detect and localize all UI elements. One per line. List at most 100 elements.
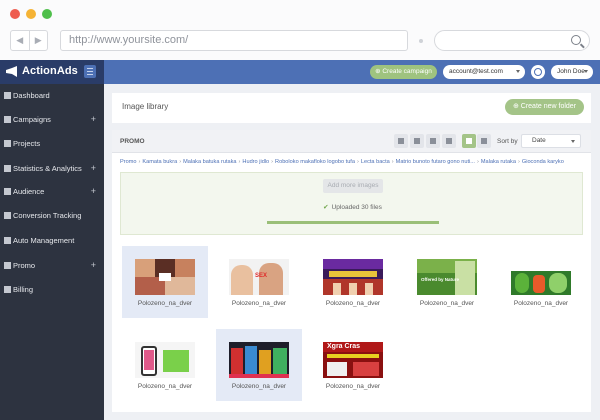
folder-title: PROMO bbox=[120, 138, 145, 145]
window-maximize-dot[interactable] bbox=[42, 9, 52, 19]
wallet-icon bbox=[4, 286, 11, 293]
browser-nav-buttons: ◀ ▶ bbox=[10, 30, 48, 51]
sidebar-item-billing[interactable]: Billing bbox=[0, 280, 104, 300]
brand-name[interactable]: ActionAds bbox=[22, 65, 78, 77]
sidebar-item-conversion-tracking[interactable]: Conversion Tracking bbox=[0, 206, 104, 226]
upload-dropzone[interactable]: Add more images ✔ Uploaded 30 files bbox=[120, 172, 583, 235]
user-menu[interactable]: John Doe bbox=[551, 65, 593, 79]
chevron-down-icon bbox=[584, 70, 588, 73]
breadcrumb-link[interactable]: Malaka batuka rutaka bbox=[183, 159, 236, 165]
sidebar-item-promo[interactable]: Promo + bbox=[0, 256, 104, 276]
add-more-images-button[interactable]: Add more images bbox=[323, 179, 383, 193]
sidebar-item-label: Auto Management bbox=[13, 236, 75, 245]
sidebar-item-auto-management[interactable]: Auto Management bbox=[0, 231, 104, 251]
image-thumbnail: Xgra Cras bbox=[323, 342, 383, 378]
file-tile[interactable]: Offered by Nature Polozeno_na_dver bbox=[404, 246, 490, 318]
breadcrumb-separator: › bbox=[391, 159, 394, 165]
sidebar-item-campaigns[interactable]: Campaigns + bbox=[0, 110, 104, 130]
breadcrumb-link[interactable]: Matrio bunoto futaro gono nuti... bbox=[396, 159, 475, 165]
window-minimize-dot[interactable] bbox=[26, 9, 36, 19]
file-name: Polozeno_na_dver bbox=[137, 383, 193, 390]
sidebar-item-label: Audience bbox=[13, 187, 45, 196]
window-close-dot[interactable] bbox=[10, 9, 20, 19]
file-tile[interactable]: Xgra Cras Polozeno_na_dver bbox=[310, 329, 396, 401]
image-thumbnail bbox=[323, 259, 383, 295]
expand-plus-icon[interactable]: + bbox=[91, 114, 96, 124]
megaphone-icon bbox=[4, 116, 11, 123]
target-icon bbox=[4, 212, 11, 219]
file-name: Polozeno_na_dver bbox=[325, 300, 381, 307]
grid-view-icon[interactable] bbox=[462, 134, 476, 148]
expand-plus-icon[interactable]: + bbox=[91, 186, 96, 196]
create-folder-button[interactable]: ⊕ Create new folder bbox=[505, 99, 584, 115]
breadcrumb-link[interactable]: Hudro jidlo bbox=[242, 159, 269, 165]
users-icon bbox=[4, 188, 11, 195]
sidebar-item-label: Conversion Tracking bbox=[13, 211, 82, 220]
sidebar-item-label: Campaigns bbox=[13, 115, 51, 124]
expand-plus-icon[interactable]: + bbox=[91, 163, 96, 173]
create-campaign-button[interactable]: ⊕ Create campaign bbox=[370, 65, 437, 79]
sidebar-item-audience[interactable]: Audience + bbox=[0, 182, 104, 202]
file-tile[interactable]: SEX Polozeno_na_dver bbox=[216, 246, 302, 318]
trash-icon[interactable] bbox=[442, 134, 456, 148]
back-arrow-icon[interactable]: ◀ bbox=[11, 31, 29, 50]
sidebar-item-label: Statistics & Analytics bbox=[13, 164, 82, 173]
copy-icon[interactable] bbox=[410, 134, 424, 148]
folder-card: PROMO Sort by Date Promo › Kamata bukra › Ma… bbox=[112, 130, 591, 412]
breadcrumb-separator: › bbox=[138, 159, 141, 165]
image-icon bbox=[4, 262, 11, 269]
browser-chrome: ◀ ▶ http://www.yoursite.com/ bbox=[0, 0, 600, 60]
chart-icon bbox=[4, 165, 11, 172]
brand-area: ActionAds bbox=[0, 60, 104, 84]
expand-plus-icon[interactable]: + bbox=[91, 260, 96, 270]
browser-search-field[interactable] bbox=[434, 30, 590, 51]
breadcrumb-link[interactable]: Lecta bacta bbox=[361, 159, 390, 165]
file-tile[interactable]: Polozeno_na_dver bbox=[310, 246, 396, 318]
file-name: Polozeno_na_dver bbox=[231, 383, 287, 390]
list-view-icon[interactable] bbox=[477, 134, 491, 148]
upload-progress-bar bbox=[267, 221, 439, 224]
check-icon: ✔ bbox=[323, 204, 329, 211]
address-bar[interactable]: http://www.yoursite.com/ bbox=[60, 30, 408, 51]
app-window: ◀ ▶ http://www.yoursite.com/ ActionAds ⊕… bbox=[0, 0, 600, 420]
breadcrumb-separator: › bbox=[356, 159, 359, 165]
globe-icon[interactable] bbox=[531, 65, 545, 79]
upload-progress-fill bbox=[267, 221, 439, 224]
file-tile[interactable]: Polozeno_na_dver bbox=[216, 329, 302, 401]
file-tile[interactable]: Polozeno_na_dver bbox=[122, 329, 208, 401]
image-thumbnail bbox=[135, 342, 195, 378]
page-title: Image library bbox=[122, 102, 169, 111]
menu-toggle-icon[interactable] bbox=[84, 65, 96, 78]
image-thumbnail bbox=[229, 342, 289, 378]
chevron-down-icon bbox=[516, 70, 520, 73]
sidebar-item-label: Billing bbox=[13, 285, 34, 294]
file-tile[interactable]: Polozeno_na_dver bbox=[498, 246, 584, 318]
cut-icon[interactable] bbox=[426, 134, 440, 148]
file-tile[interactable]: Polozeno_na_dver bbox=[122, 246, 208, 318]
forward-arrow-icon[interactable]: ▶ bbox=[28, 31, 48, 50]
breadcrumb-separator: › bbox=[179, 159, 182, 165]
upload-status-text: Uploaded 30 files bbox=[331, 204, 382, 211]
sidebar-item-label: Promo bbox=[13, 261, 36, 270]
file-name: Polozeno_na_dver bbox=[137, 300, 193, 307]
megaphone-logo-icon bbox=[6, 66, 17, 77]
breadcrumb-link[interactable]: Gioconda karyko bbox=[522, 159, 564, 165]
breadcrumb-link[interactable]: Promo bbox=[120, 159, 136, 165]
breadcrumb-link[interactable]: Roboloko makafloko logobo tufa bbox=[275, 159, 355, 165]
search-icon[interactable] bbox=[571, 35, 581, 45]
file-name: Polozeno_na_dver bbox=[325, 383, 381, 390]
folder-toolbar: PROMO Sort by Date bbox=[112, 130, 591, 153]
account-select[interactable]: account@test.com bbox=[443, 65, 525, 79]
sidebar-item-statistics[interactable]: Statistics & Analytics + bbox=[0, 159, 104, 179]
breadcrumb-link[interactable]: Kamata bukra bbox=[142, 159, 177, 165]
download-icon[interactable] bbox=[394, 134, 408, 148]
breadcrumb-separator: › bbox=[271, 159, 274, 165]
sidebar-item-dashboard[interactable]: Dashboard bbox=[0, 86, 104, 106]
sort-select[interactable]: Date bbox=[521, 134, 581, 148]
home-icon bbox=[4, 92, 11, 99]
sidebar-item-projects[interactable]: Projects bbox=[0, 134, 104, 154]
briefcase-icon bbox=[4, 140, 11, 147]
user-name: John Doe bbox=[557, 68, 585, 75]
file-name: Polozeno_na_dver bbox=[231, 300, 287, 307]
breadcrumb-link[interactable]: Malaka rutaka bbox=[481, 159, 516, 165]
